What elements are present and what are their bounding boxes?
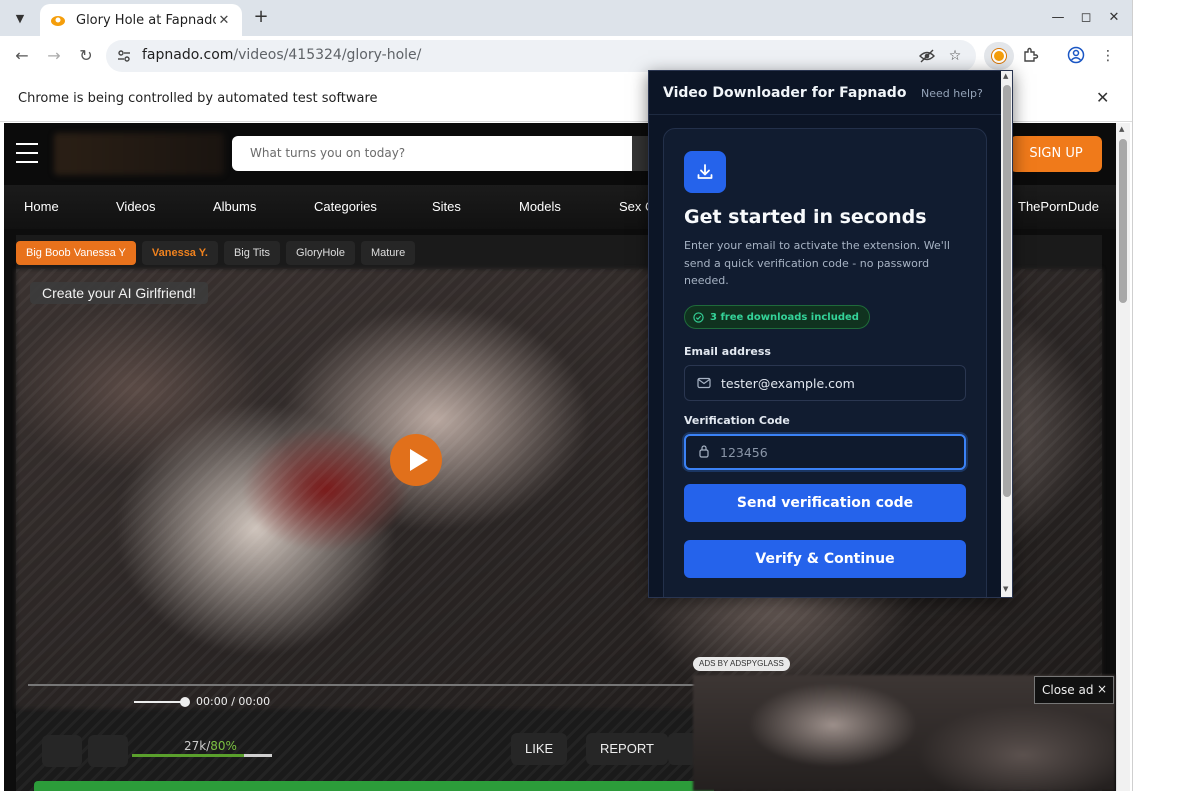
volume-slider[interactable] (134, 701, 184, 703)
tag-item[interactable]: Big Tits (223, 241, 281, 265)
mail-icon (697, 374, 711, 393)
nav-models[interactable]: Models (519, 199, 561, 214)
popup-title: Video Downloader for Fapnado (663, 85, 907, 101)
tag-item[interactable]: Mature (360, 241, 416, 265)
code-placeholder: 123456 (720, 444, 768, 460)
extension-active-button[interactable] (984, 42, 1014, 70)
popup-scrollbar-thumb[interactable] (1003, 85, 1011, 497)
url-text: fapnado.com/videos/415324/glory-hole/ (142, 47, 421, 63)
extension-icon (992, 49, 1006, 63)
nav-sites[interactable]: Sites (432, 199, 461, 214)
tag-list: Big Boob Vanessa Y Vanessa Y. Big Tits G… (16, 241, 416, 267)
play-button[interactable] (390, 434, 442, 486)
close-tab-icon[interactable]: ✕ (216, 13, 232, 28)
profile-avatar-icon[interactable] (1066, 46, 1086, 66)
minimize-icon[interactable]: — (1048, 8, 1068, 28)
seek-bar[interactable] (28, 684, 698, 686)
page-scrollbar[interactable]: ▲ (1116, 123, 1130, 791)
screen: ▼ Glory Hole at Fapnado ✕ + — ◻ ✕ ← → ↻ … (0, 0, 1200, 791)
infobar-close-icon[interactable]: ✕ (1096, 88, 1109, 107)
signup-button[interactable]: SIGN UP (1010, 136, 1102, 172)
maximize-icon[interactable]: ◻ (1076, 8, 1096, 28)
browser-tab[interactable]: Glory Hole at Fapnado ✕ (40, 4, 242, 36)
download-bar[interactable] (34, 781, 714, 791)
check-circle-icon (693, 308, 704, 327)
forward-arrow-icon[interactable]: → (42, 44, 66, 68)
extensions-puzzle-icon[interactable] (1020, 46, 1040, 66)
volume-knob[interactable] (180, 697, 190, 707)
scroll-up-icon[interactable]: ▲ (1003, 72, 1008, 80)
url-host: fapnado.com (142, 47, 234, 63)
email-value: tester@example.com (721, 375, 855, 391)
verify-continue-button[interactable]: Verify & Continue (684, 540, 966, 578)
eye-slash-icon[interactable] (918, 47, 936, 65)
popup-header: Video Downloader for Fapnado Need help? (649, 71, 1001, 115)
bookmark-star-icon[interactable]: ☆ (946, 47, 964, 65)
nav-categories[interactable]: Categories (314, 199, 377, 214)
email-field[interactable]: tester@example.com (684, 365, 966, 401)
nav-home[interactable]: Home (24, 199, 59, 214)
free-downloads-badge: 3 free downloads included (684, 305, 870, 329)
url-path: /videos/415324/glory-hole/ (233, 47, 422, 63)
site-info-icon[interactable] (116, 48, 132, 64)
rating-count: 27k/ (184, 739, 211, 753)
tag-item[interactable]: GloryHole (286, 241, 355, 265)
tab-strip: ▼ Glory Hole at Fapnado ✕ + — ◻ ✕ (0, 0, 1132, 36)
address-bar[interactable]: fapnado.com/videos/415324/glory-hole/ ☆ (106, 40, 976, 72)
like-button[interactable]: LIKE (511, 733, 568, 765)
popup-scrollbar[interactable]: ▲ ▼ (1001, 71, 1012, 597)
scroll-up-icon[interactable]: ▲ (1119, 125, 1124, 133)
site-favicon-icon (50, 12, 66, 28)
badge-text: 3 free downloads included (710, 311, 859, 323)
back-arrow-icon[interactable]: ← (10, 44, 34, 68)
chevron-down-icon: ▼ (15, 11, 25, 25)
popup-description: Enter your email to activate the extensi… (684, 239, 950, 287)
kebab-menu-icon[interactable]: ⋮ (1098, 46, 1118, 66)
time-display: 00:00 / 00:00 (196, 695, 271, 708)
hamburger-menu-icon[interactable] (16, 143, 38, 163)
help-link[interactable]: Need help? (921, 87, 983, 100)
tag-item[interactable]: Big Boob Vanessa Y (16, 241, 136, 265)
signup-card: Get started in seconds Enter your email … (663, 128, 987, 597)
site-logo[interactable] (54, 133, 224, 175)
close-window-icon[interactable]: ✕ (1104, 8, 1124, 28)
player-controls: 00:00 / 00:00 (16, 691, 696, 721)
download-icon (684, 151, 726, 193)
search-placeholder: What turns you on today? (250, 146, 406, 160)
rating-bar (132, 754, 272, 757)
lock-icon (698, 443, 710, 462)
code-label: Verification Code (684, 414, 790, 427)
reload-icon[interactable]: ↻ (74, 44, 98, 68)
tab-search-button[interactable]: ▼ (8, 7, 32, 29)
close-ad-label: Close ad (1042, 683, 1094, 697)
nav-albums[interactable]: Albums (213, 199, 256, 214)
ad-label: ADS BY ADSPYGLASS (693, 657, 790, 671)
nav-videos[interactable]: Videos (116, 199, 156, 214)
rating-text: 27k/80% (184, 739, 237, 753)
desktop-background (1132, 0, 1200, 791)
rating-percent: 80% (210, 739, 237, 753)
tag-item[interactable]: Vanessa Y. (141, 241, 218, 265)
extension-popup: Video Downloader for Fapnado Need help? … (648, 70, 1013, 598)
tab-title: Glory Hole at Fapnado (76, 12, 216, 28)
verification-code-field[interactable]: 123456 (684, 434, 966, 470)
rating-fill (132, 754, 244, 757)
nav-theporndude[interactable]: ThePornDude (1018, 199, 1099, 214)
ai-girlfriend-banner[interactable]: Create your AI Girlfriend! (30, 282, 209, 304)
infobar-message: Chrome is being controlled by automated … (18, 91, 378, 106)
popup-heading: Get started in seconds (684, 206, 927, 228)
page-scrollbar-thumb[interactable] (1119, 139, 1127, 303)
scroll-down-icon[interactable]: ▼ (1003, 585, 1008, 593)
action-button[interactable] (88, 735, 128, 767)
send-code-button[interactable]: Send verification code (684, 484, 966, 522)
action-button[interactable] (42, 735, 82, 767)
report-button[interactable]: REPORT (586, 733, 668, 765)
new-tab-button[interactable]: + (250, 6, 272, 28)
email-label: Email address (684, 345, 771, 358)
close-ad-icon[interactable]: × (1097, 682, 1107, 696)
site-search-input[interactable]: What turns you on today? (232, 136, 632, 171)
